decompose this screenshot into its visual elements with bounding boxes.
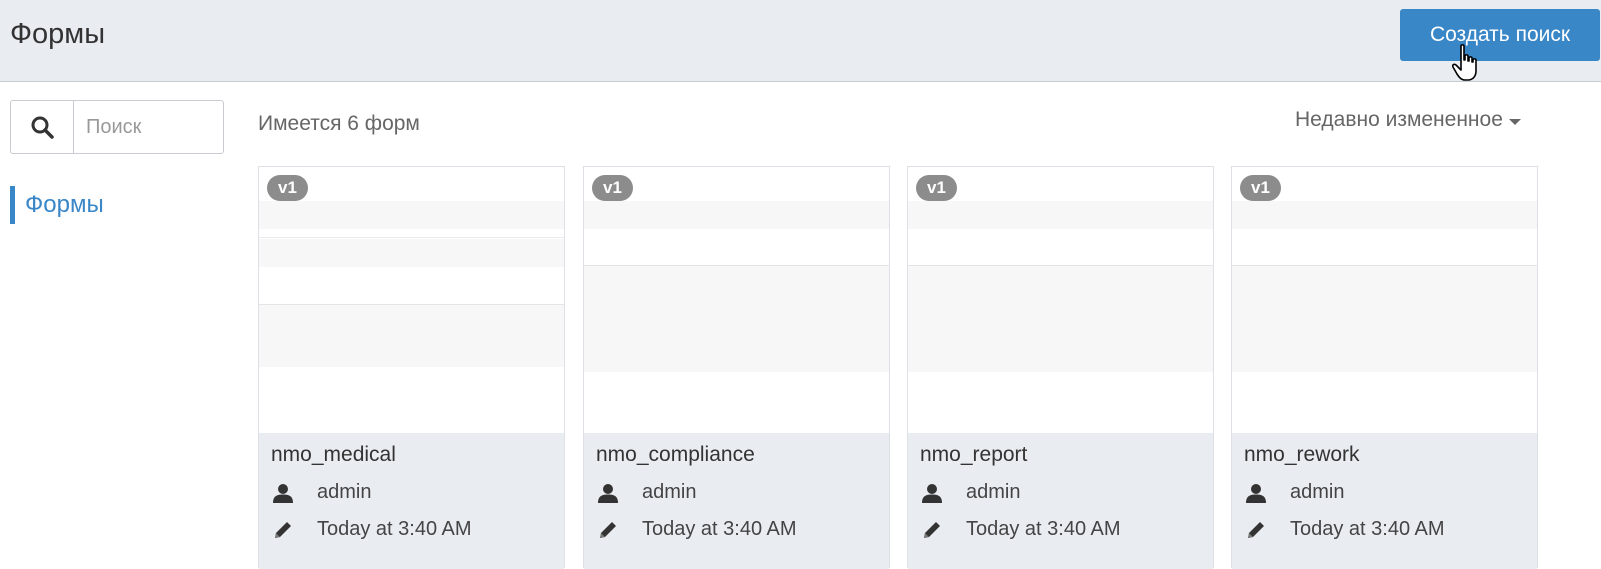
modified-time: Today at 3:40 AM [317, 518, 472, 540]
card-info: nmo_rework admin Today at 3:40 AM [1232, 433, 1537, 569]
caret-down-icon [1508, 118, 1521, 125]
version-badge: v1 [592, 175, 633, 201]
sort-label: Недавно измененное [1295, 108, 1503, 131]
user-icon [920, 483, 944, 503]
sort-dropdown[interactable]: Недавно измененное [1295, 108, 1521, 132]
card-info: nmo_compliance admin Today at 3:40 AM [584, 433, 889, 569]
user-icon [1244, 483, 1268, 503]
form-name: nmo_rework [1244, 443, 1360, 466]
form-name: nmo_report [920, 443, 1028, 466]
form-name: nmo_compliance [596, 443, 755, 466]
card-info: nmo_report admin Today at 3:40 AM [908, 433, 1213, 569]
author-row: admin [596, 481, 877, 504]
user-icon [271, 483, 295, 503]
form-card[interactable]: v1 nmo_report admin Today at 3:40 AM [907, 166, 1214, 569]
version-badge: v1 [916, 175, 957, 201]
user-icon [596, 483, 620, 503]
author-name: admin [966, 481, 1021, 503]
pencil-icon [1244, 520, 1268, 540]
form-thumbnail [908, 167, 1213, 433]
modified-time: Today at 3:40 AM [1290, 518, 1445, 540]
form-card[interactable]: v1 nmo_rework admin Today at 3:40 AM [1231, 166, 1538, 569]
author-row: admin [271, 481, 552, 504]
form-thumbnail [259, 167, 564, 433]
forms-count: Имеется 6 форм [258, 112, 420, 135]
pencil-icon [596, 520, 620, 540]
hand-cursor-icon [1452, 44, 1477, 81]
form-card[interactable]: v1 nmo_compliance admin Today at 3:40 AM [583, 166, 890, 569]
page-title: Формы [10, 18, 106, 50]
pencil-icon [271, 520, 295, 540]
modified-row: Today at 3:40 AM [1244, 518, 1525, 541]
form-thumbnail [1232, 167, 1537, 433]
form-card[interactable]: v1 nmo_medical admin Today at 3:40 AM [258, 166, 565, 569]
create-search-button[interactable]: Создать поиск [1400, 9, 1600, 61]
search-input[interactable] [74, 101, 223, 153]
modified-time: Today at 3:40 AM [642, 518, 797, 540]
author-name: admin [642, 481, 697, 503]
modified-time: Today at 3:40 AM [966, 518, 1121, 540]
author-row: admin [920, 481, 1201, 504]
search-box [10, 100, 224, 154]
form-name: nmo_medical [271, 443, 396, 466]
author-row: admin [1244, 481, 1525, 504]
pencil-icon [920, 520, 944, 540]
form-thumbnail [584, 167, 889, 433]
search-icon [31, 116, 54, 139]
version-badge: v1 [267, 175, 308, 201]
page-header: Формы Создать поиск [0, 0, 1601, 82]
author-name: admin [317, 481, 372, 503]
modified-row: Today at 3:40 AM [596, 518, 877, 541]
version-badge: v1 [1240, 175, 1281, 201]
modified-row: Today at 3:40 AM [920, 518, 1201, 541]
search-button[interactable] [11, 101, 74, 153]
card-info: nmo_medical admin Today at 3:40 AM [259, 433, 564, 569]
sidebar-item-forms[interactable]: Формы [10, 186, 104, 224]
modified-row: Today at 3:40 AM [271, 518, 552, 541]
author-name: admin [1290, 481, 1345, 503]
